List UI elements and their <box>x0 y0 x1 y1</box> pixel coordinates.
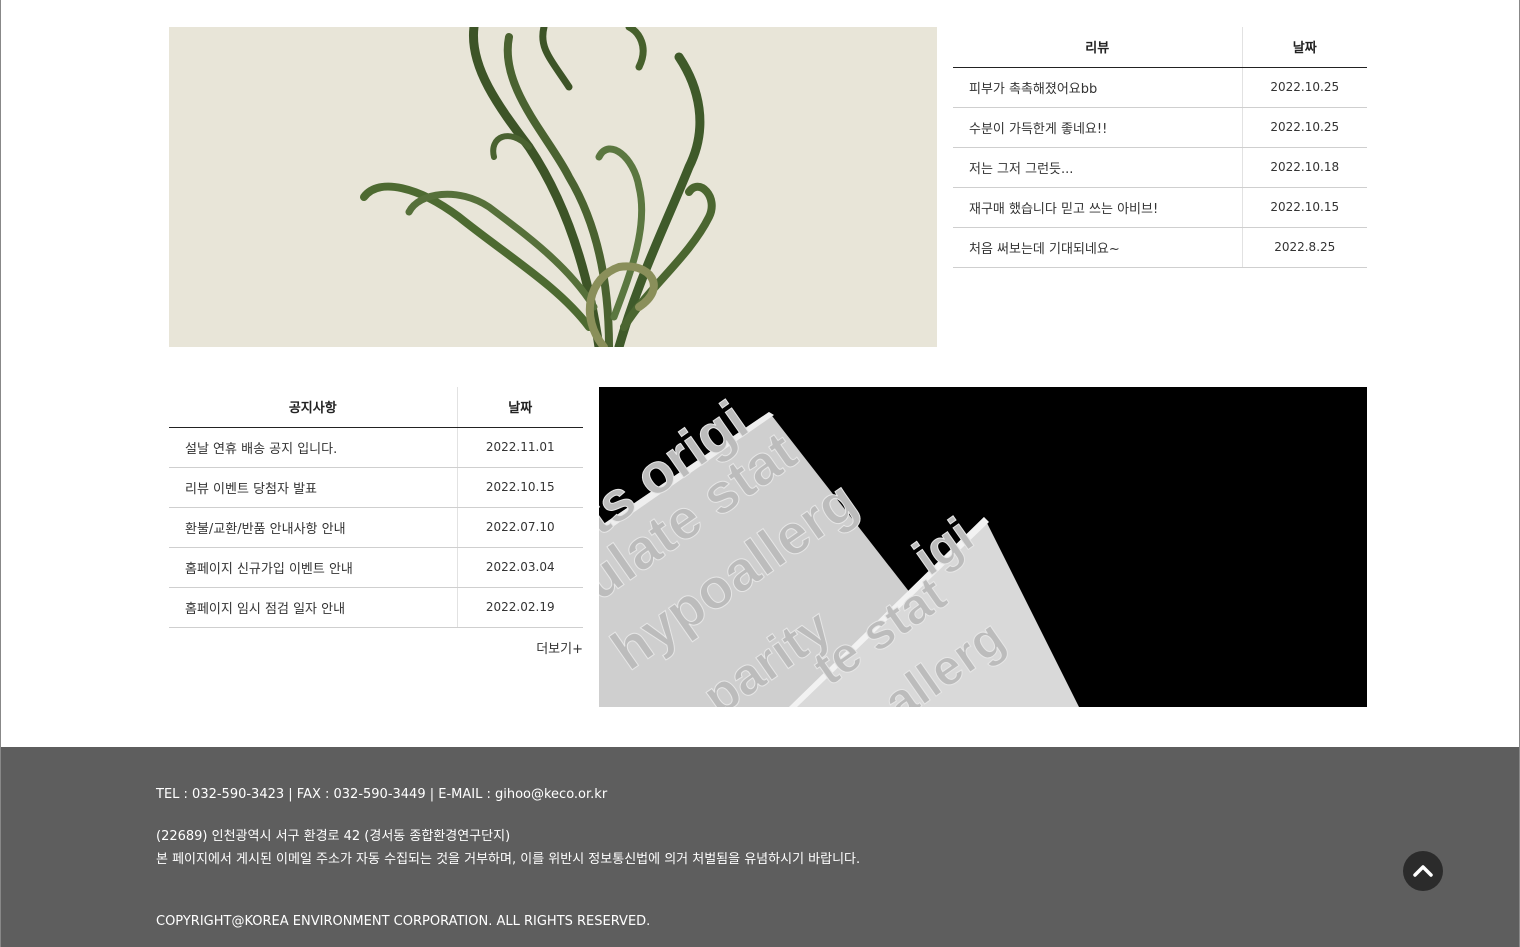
notice-board: 공지사항 날짜 설날 연휴 배송 공지 입니다. 2022.11.01 리뷰 이… <box>169 387 583 628</box>
table-row[interactable]: 재구매 했습니다 믿고 쓰는 아비브! 2022.10.15 <box>953 187 1367 228</box>
table-row[interactable]: 리뷰 이벤트 당첨자 발표 2022.10.15 <box>169 467 583 508</box>
review-title-link[interactable]: 처음 써보는데 기대되네요~ <box>953 227 1242 268</box>
footer-address: (22689) 인천광역시 서구 환경로 42 (경서동 종합환경연구단지) <box>156 829 511 844</box>
notice-title-link[interactable]: 리뷰 이벤트 당첨자 발표 <box>169 467 457 508</box>
site-footer: TEL : 032-590-3423 | FAX : 032-590-3449 … <box>0 747 1520 947</box>
review-date: 2022.10.15 <box>1241 187 1367 228</box>
review-title-link[interactable]: 수분이 가득한게 좋네요!! <box>953 107 1242 148</box>
table-row[interactable]: 홈페이지 신규가입 이벤트 안내 2022.03.04 <box>169 547 583 588</box>
notice-date: 2022.11.01 <box>456 427 583 468</box>
review-header-title: 리뷰 <box>953 27 1242 68</box>
review-date: 2022.10.18 <box>1241 147 1367 188</box>
review-header-date: 날짜 <box>1241 27 1367 68</box>
notice-title-link[interactable]: 홈페이지 신규가입 이벤트 안내 <box>169 547 457 588</box>
table-row[interactable]: 피부가 촉촉해졌어요bb 2022.10.25 <box>953 67 1367 108</box>
footer-copyright: COPYRIGHT@KOREA ENVIRONMENT CORPORATION.… <box>156 914 651 929</box>
plant-banner-image <box>169 27 937 347</box>
notice-header-title: 공지사항 <box>169 387 457 428</box>
notice-date: 2022.02.19 <box>456 587 583 628</box>
footer-email-notice: 본 페이지에서 게시된 이메일 주소가 자동 수집되는 것을 거부하며, 이를 … <box>156 852 861 867</box>
notice-header-date: 날짜 <box>456 387 583 428</box>
footer-contact: TEL : 032-590-3423 | FAX : 032-590-3449 … <box>156 787 608 802</box>
review-date: 2022.10.25 <box>1241 107 1367 148</box>
chevron-up-icon <box>1413 865 1433 877</box>
table-row[interactable]: 설날 연휴 배송 공지 입니다. 2022.11.01 <box>169 427 583 468</box>
review-board-header: 리뷰 날짜 <box>953 27 1367 68</box>
review-date: 2022.8.25 <box>1241 227 1367 268</box>
review-title-link[interactable]: 저는 그저 그런듯... <box>953 147 1242 188</box>
table-row[interactable]: 저는 그저 그런듯... 2022.10.18 <box>953 147 1367 188</box>
notice-date: 2022.07.10 <box>456 507 583 548</box>
more-link[interactable]: 더보기+ <box>483 638 583 657</box>
scroll-top-button[interactable] <box>1403 851 1443 891</box>
notice-title-link[interactable]: 홈페이지 임시 점검 일자 안내 <box>169 587 457 628</box>
table-row[interactable]: 환불/교환/반품 안내사항 안내 2022.07.10 <box>169 507 583 548</box>
table-row[interactable]: 홈페이지 임시 점검 일자 안내 2022.02.19 <box>169 587 583 628</box>
review-date: 2022.10.25 <box>1241 67 1367 108</box>
embossed-paper-image: ts origi ulate stat hypoallerg parity ig… <box>599 387 1367 707</box>
table-row[interactable]: 수분이 가득한게 좋네요!! 2022.10.25 <box>953 107 1367 148</box>
notice-board-header: 공지사항 날짜 <box>169 387 583 428</box>
notice-date: 2022.10.15 <box>456 467 583 508</box>
notice-title-link[interactable]: 환불/교환/반품 안내사항 안내 <box>169 507 457 548</box>
table-row[interactable]: 처음 써보는데 기대되네요~ 2022.8.25 <box>953 227 1367 268</box>
review-title-link[interactable]: 피부가 촉촉해졌어요bb <box>953 67 1242 108</box>
review-title-link[interactable]: 재구매 했습니다 믿고 쓰는 아비브! <box>953 187 1242 228</box>
notice-title-link[interactable]: 설날 연휴 배송 공지 입니다. <box>169 427 457 468</box>
review-board: 리뷰 날짜 피부가 촉촉해졌어요bb 2022.10.25 수분이 가득한게 좋… <box>953 27 1367 268</box>
notice-date: 2022.03.04 <box>456 547 583 588</box>
